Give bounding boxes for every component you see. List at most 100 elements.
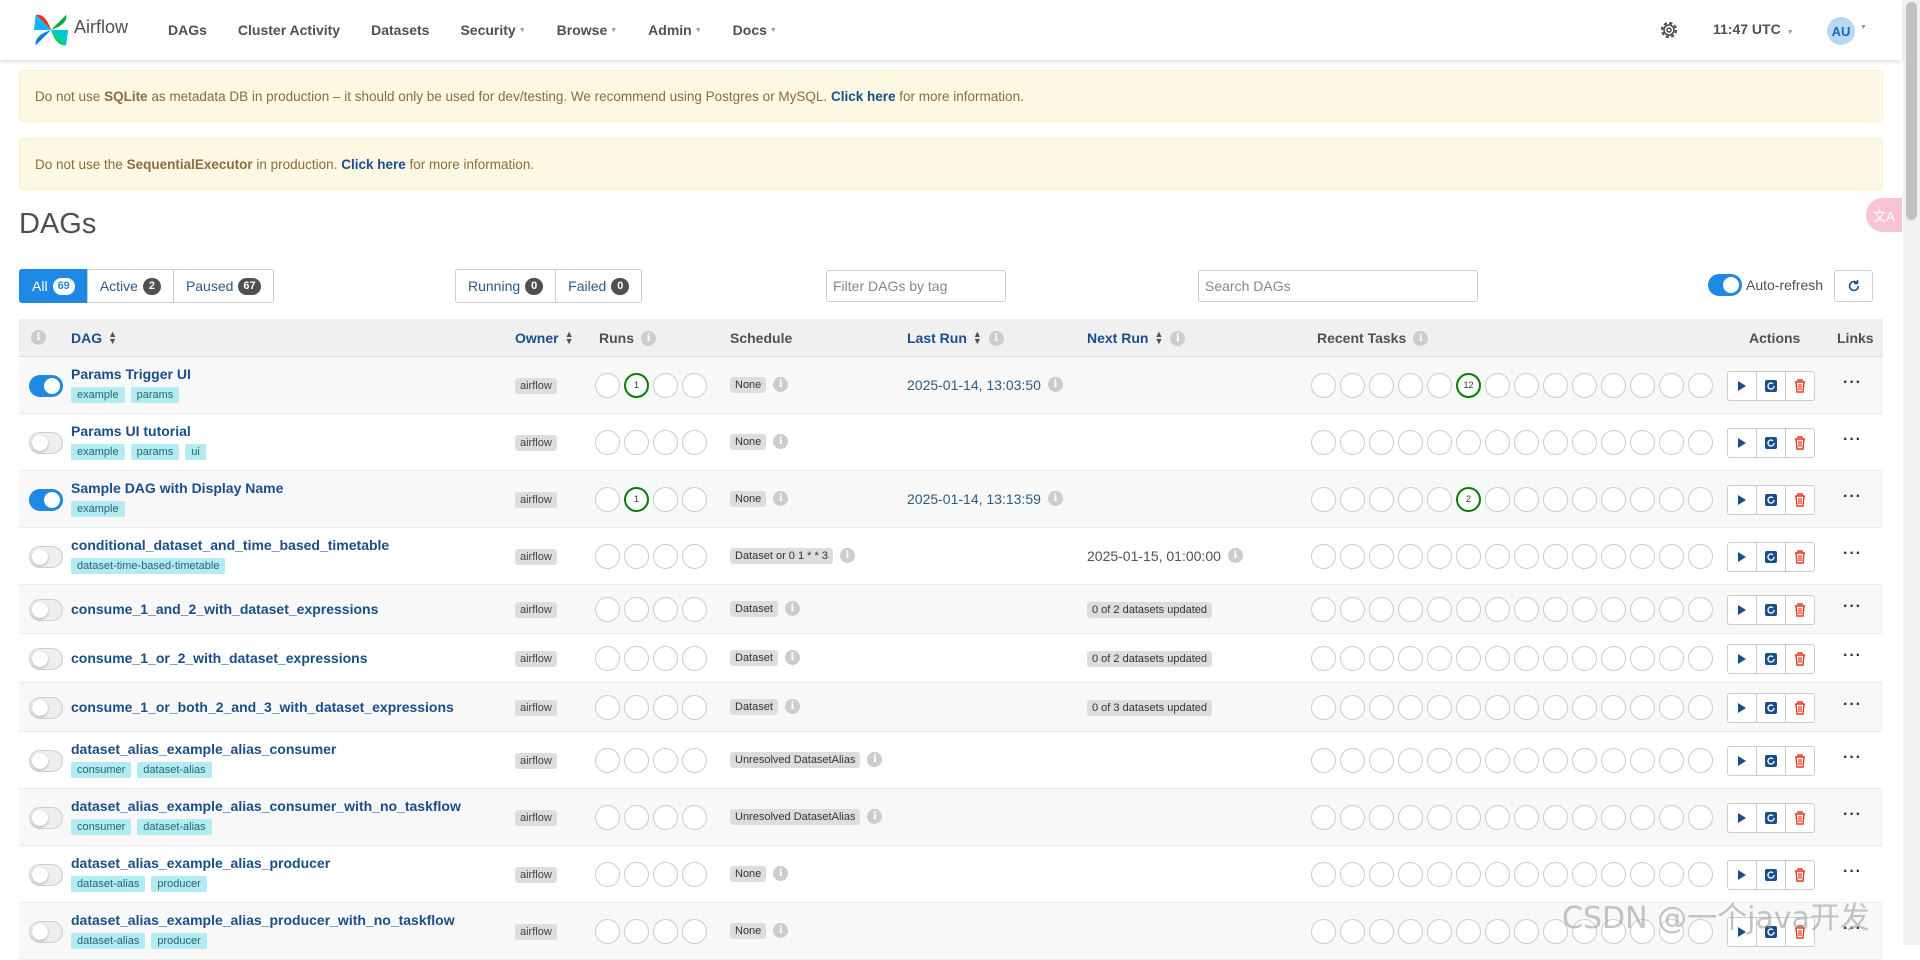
pause-toggle[interactable] bbox=[29, 863, 63, 886]
task-state-circle[interactable] bbox=[1369, 918, 1394, 944]
task-state-circle[interactable] bbox=[1630, 486, 1655, 512]
owner-badge[interactable]: airflow bbox=[515, 601, 557, 618]
more-links-icon[interactable]: ··· bbox=[1843, 863, 1862, 881]
tag-badge[interactable]: producer bbox=[151, 876, 207, 892]
delete-dag-button[interactable] bbox=[1785, 370, 1815, 401]
task-state-circle[interactable] bbox=[1688, 429, 1713, 455]
col-next-run[interactable]: Next Run ▲ ▼ i bbox=[1087, 330, 1186, 346]
trigger-dag-button[interactable] bbox=[1727, 802, 1757, 833]
clear-dag-button[interactable] bbox=[1756, 859, 1786, 890]
task-state-circle[interactable] bbox=[1659, 543, 1684, 569]
nav-browse[interactable]: Browse ▼ bbox=[557, 22, 618, 38]
last-run-link[interactable]: 2025-01-14, 13:13:59 bbox=[907, 491, 1041, 507]
tag-badge[interactable]: params bbox=[130, 387, 180, 403]
clear-dag-button[interactable] bbox=[1756, 484, 1786, 515]
task-state-circle[interactable] bbox=[1688, 747, 1713, 773]
task-state-circle[interactable] bbox=[1398, 543, 1423, 569]
tag-badge[interactable]: example bbox=[71, 387, 125, 403]
delete-dag-button[interactable] bbox=[1785, 541, 1815, 572]
task-state-circle[interactable] bbox=[1340, 596, 1365, 622]
task-state-circle[interactable] bbox=[1427, 645, 1452, 671]
task-state-circle[interactable] bbox=[1398, 861, 1423, 887]
task-state-circle[interactable] bbox=[1601, 486, 1626, 512]
run-state-circle[interactable] bbox=[624, 596, 649, 622]
run-state-circle[interactable] bbox=[595, 645, 620, 671]
owner-badge[interactable]: airflow bbox=[515, 434, 557, 451]
task-state-circle[interactable] bbox=[1340, 918, 1365, 944]
trigger-dag-button[interactable] bbox=[1727, 541, 1757, 572]
task-state-circle[interactable] bbox=[1427, 918, 1452, 944]
pause-toggle[interactable] bbox=[29, 598, 63, 621]
task-state-circle[interactable] bbox=[1514, 486, 1539, 512]
scrollbar-thumb[interactable] bbox=[1906, 2, 1917, 220]
task-state-circle[interactable] bbox=[1340, 861, 1365, 887]
run-state-circle[interactable] bbox=[595, 543, 620, 569]
task-state-circle[interactable] bbox=[1340, 747, 1365, 773]
task-state-circle[interactable] bbox=[1369, 804, 1394, 830]
nav-dags[interactable]: DAGs bbox=[168, 22, 207, 38]
trigger-dag-button[interactable] bbox=[1727, 745, 1757, 776]
task-state-circle[interactable] bbox=[1514, 804, 1539, 830]
task-state-circle[interactable] bbox=[1369, 645, 1394, 671]
task-state-circle[interactable] bbox=[1659, 596, 1684, 622]
task-state-circle[interactable] bbox=[1572, 596, 1597, 622]
trigger-dag-button[interactable] bbox=[1727, 594, 1757, 625]
task-state-circle[interactable] bbox=[1485, 918, 1510, 944]
run-state-circle[interactable]: 1 bbox=[624, 372, 649, 398]
dag-link[interactable]: Sample DAG with Display Name bbox=[71, 480, 283, 496]
task-state-circle[interactable] bbox=[1630, 429, 1655, 455]
run-state-circle[interactable] bbox=[682, 372, 707, 398]
task-state-circle[interactable] bbox=[1630, 747, 1655, 773]
owner-badge[interactable]: airflow bbox=[515, 866, 557, 883]
task-state-circle[interactable] bbox=[1688, 861, 1713, 887]
run-state-circle[interactable] bbox=[595, 486, 620, 512]
tag-badge[interactable]: dataset-alias bbox=[137, 819, 212, 835]
nav-docs[interactable]: Docs ▼ bbox=[733, 22, 777, 38]
trigger-dag-button[interactable] bbox=[1727, 643, 1757, 674]
task-state-circle[interactable] bbox=[1543, 861, 1568, 887]
run-state-circle[interactable] bbox=[624, 543, 649, 569]
delete-dag-button[interactable] bbox=[1785, 692, 1815, 723]
task-state-circle[interactable] bbox=[1398, 486, 1423, 512]
task-state-circle[interactable] bbox=[1514, 694, 1539, 720]
delete-dag-button[interactable] bbox=[1785, 484, 1815, 515]
run-state-circle[interactable] bbox=[682, 486, 707, 512]
task-state-circle[interactable] bbox=[1485, 372, 1510, 398]
run-state-circle[interactable] bbox=[653, 861, 678, 887]
task-state-circle[interactable] bbox=[1543, 596, 1568, 622]
task-state-circle[interactable] bbox=[1543, 804, 1568, 830]
task-state-circle[interactable] bbox=[1456, 543, 1481, 569]
task-state-circle[interactable] bbox=[1485, 645, 1510, 671]
pause-toggle[interactable] bbox=[29, 431, 63, 454]
task-state-circle[interactable] bbox=[1340, 429, 1365, 455]
clear-dag-button[interactable] bbox=[1756, 370, 1786, 401]
owner-badge[interactable]: airflow bbox=[515, 699, 557, 716]
clear-dag-button[interactable] bbox=[1756, 692, 1786, 723]
auto-refresh-toggle[interactable] bbox=[1708, 274, 1742, 296]
task-state-circle[interactable] bbox=[1514, 372, 1539, 398]
task-state-circle[interactable] bbox=[1456, 429, 1481, 455]
task-state-circle[interactable] bbox=[1688, 543, 1713, 569]
delete-dag-button[interactable] bbox=[1785, 427, 1815, 458]
run-state-circle[interactable] bbox=[595, 918, 620, 944]
trigger-dag-button[interactable] bbox=[1727, 859, 1757, 890]
filter-all[interactable]: All 69 bbox=[19, 269, 88, 303]
task-state-circle[interactable] bbox=[1485, 596, 1510, 622]
alert-link[interactable]: Click here bbox=[831, 89, 896, 104]
task-state-circle[interactable] bbox=[1543, 645, 1568, 671]
airflow-logo[interactable]: Airflow bbox=[32, 8, 128, 52]
task-state-circle[interactable] bbox=[1514, 747, 1539, 773]
task-state-circle[interactable] bbox=[1514, 645, 1539, 671]
task-state-circle[interactable] bbox=[1427, 596, 1452, 622]
tag-badge[interactable]: producer bbox=[151, 933, 207, 949]
dag-link[interactable]: dataset_alias_example_alias_consumer bbox=[71, 741, 336, 757]
dag-link[interactable]: consume_1_and_2_with_dataset_expressions bbox=[71, 601, 378, 617]
task-state-circle[interactable] bbox=[1456, 861, 1481, 887]
tag-badge[interactable]: example bbox=[71, 444, 125, 460]
clear-dag-button[interactable] bbox=[1756, 802, 1786, 833]
more-links-icon[interactable]: ··· bbox=[1843, 545, 1862, 563]
more-links-icon[interactable]: ··· bbox=[1843, 749, 1862, 767]
task-state-circle[interactable] bbox=[1311, 861, 1336, 887]
run-state-circle[interactable] bbox=[682, 747, 707, 773]
task-state-circle[interactable] bbox=[1630, 861, 1655, 887]
